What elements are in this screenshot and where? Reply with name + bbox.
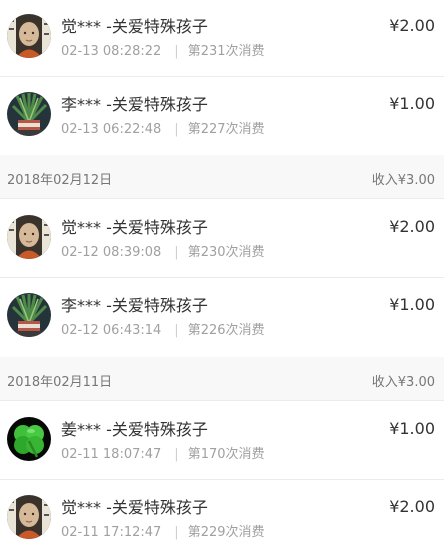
transaction-meta: 02-11 17:12:47 | 第229次消费: [61, 521, 265, 540]
transaction-row[interactable]: 觉*** -关爱特殊孩子 02-13 08:28:22 | 第231次消费 ¥2.0…: [0, 0, 444, 77]
plant-avatar-icon: [7, 293, 51, 337]
amount: ¥1.00: [389, 419, 435, 438]
transaction-meta: 02-12 06:43:14 | 第226次消费: [61, 319, 265, 338]
transaction-count: 第231次消费: [187, 44, 265, 59]
amount-value: 1.00: [399, 295, 435, 314]
income-label: 收入: [371, 173, 398, 188]
donor-name: 李*** -关爱特殊孩子: [61, 95, 208, 114]
transaction-time: 02-12 06:43:14: [61, 323, 162, 338]
currency-symbol: ¥: [397, 375, 407, 390]
transaction-time: 02-11 17:12:47: [61, 525, 162, 540]
donor-name: 姜*** -关爱特殊孩子: [61, 420, 208, 439]
transaction-count: 第230次消费: [187, 245, 265, 260]
transaction-count: 第170次消费: [187, 447, 265, 462]
transaction-time: 02-12 08:39:08: [61, 245, 162, 260]
transaction-count: 第227次消费: [187, 122, 265, 137]
meta-divider: |: [174, 447, 179, 462]
currency-symbol: ¥: [389, 419, 400, 438]
amount-value: 2.00: [399, 16, 435, 35]
donor-name: 觉*** -关爱特殊孩子: [61, 17, 208, 36]
transaction-meta: 02-13 06:22:48 | 第227次消费: [61, 118, 265, 137]
transaction-time: 02-13 08:28:22: [61, 44, 162, 59]
currency-symbol: ¥: [389, 217, 400, 236]
donor-name: 觉*** -关爱特殊孩子: [61, 218, 208, 237]
meta-divider: |: [174, 44, 179, 59]
amount: ¥2.00: [389, 16, 435, 35]
date-header: 2018年02月12日 收入¥3.00: [0, 155, 444, 199]
transaction-row[interactable]: 觉*** -关爱特殊孩子 02-12 08:39:08 | 第230次消费 ¥2.0…: [0, 200, 444, 278]
transaction-count: 第229次消费: [187, 525, 265, 540]
meta-divider: |: [174, 525, 179, 540]
currency-symbol: ¥: [389, 94, 400, 113]
monk-avatar-icon: [7, 215, 51, 259]
amount: ¥1.00: [389, 94, 435, 113]
amount-value: 2.00: [399, 217, 435, 236]
income-value: 3.00: [406, 375, 435, 390]
meta-divider: |: [174, 323, 179, 338]
amount: ¥2.00: [389, 497, 435, 516]
donor-name: 觉*** -关爱特殊孩子: [61, 498, 208, 517]
meta-divider: |: [174, 122, 179, 137]
clover-avatar-icon: [7, 417, 51, 461]
currency-symbol: ¥: [397, 173, 407, 188]
daily-income: 收入¥3.00: [372, 169, 435, 188]
daily-income: 收入¥3.00: [372, 371, 435, 390]
meta-divider: |: [174, 245, 179, 260]
transaction-time: 02-11 18:07:47: [61, 447, 162, 462]
currency-symbol: ¥: [389, 497, 400, 516]
monk-avatar-icon: [7, 495, 51, 539]
amount: ¥2.00: [389, 217, 435, 236]
transaction-row[interactable]: 李*** -关爱特殊孩子 02-13 06:22:48 | 第227次消费 ¥1.0…: [0, 77, 444, 155]
transaction-meta: 02-11 18:07:47 | 第170次消费: [61, 443, 265, 462]
donor-name: 李*** -关爱特殊孩子: [61, 296, 208, 315]
monk-avatar-icon: [7, 14, 51, 58]
transaction-time: 02-13 06:22:48: [61, 122, 162, 137]
amount-value: 1.00: [399, 94, 435, 113]
date-label: 2018年02月12日: [7, 173, 113, 188]
income-label: 收入: [371, 375, 398, 390]
date-label: 2018年02月11日: [7, 375, 113, 390]
amount-value: 1.00: [399, 419, 435, 438]
transaction-row[interactable]: 觉*** -关爱特殊孩子 02-11 17:12:47 | 第229次消费 ¥2.0…: [0, 480, 444, 558]
currency-symbol: ¥: [389, 16, 400, 35]
amount-value: 2.00: [399, 497, 435, 516]
transaction-row[interactable]: 李*** -关爱特殊孩子 02-12 06:43:14 | 第226次消费 ¥1.0…: [0, 278, 444, 356]
plant-avatar-icon: [7, 92, 51, 136]
transaction-meta: 02-13 08:28:22 | 第231次消费: [61, 40, 265, 59]
transaction-meta: 02-12 08:39:08 | 第230次消费: [61, 241, 265, 260]
transaction-count: 第226次消费: [187, 323, 265, 338]
transaction-row[interactable]: 姜*** -关爱特殊孩子 02-11 18:07:47 | 第170次消费 ¥1.0…: [0, 402, 444, 480]
amount: ¥1.00: [389, 295, 435, 314]
income-value: 3.00: [406, 173, 435, 188]
currency-symbol: ¥: [389, 295, 400, 314]
date-header: 2018年02月11日 收入¥3.00: [0, 357, 444, 401]
